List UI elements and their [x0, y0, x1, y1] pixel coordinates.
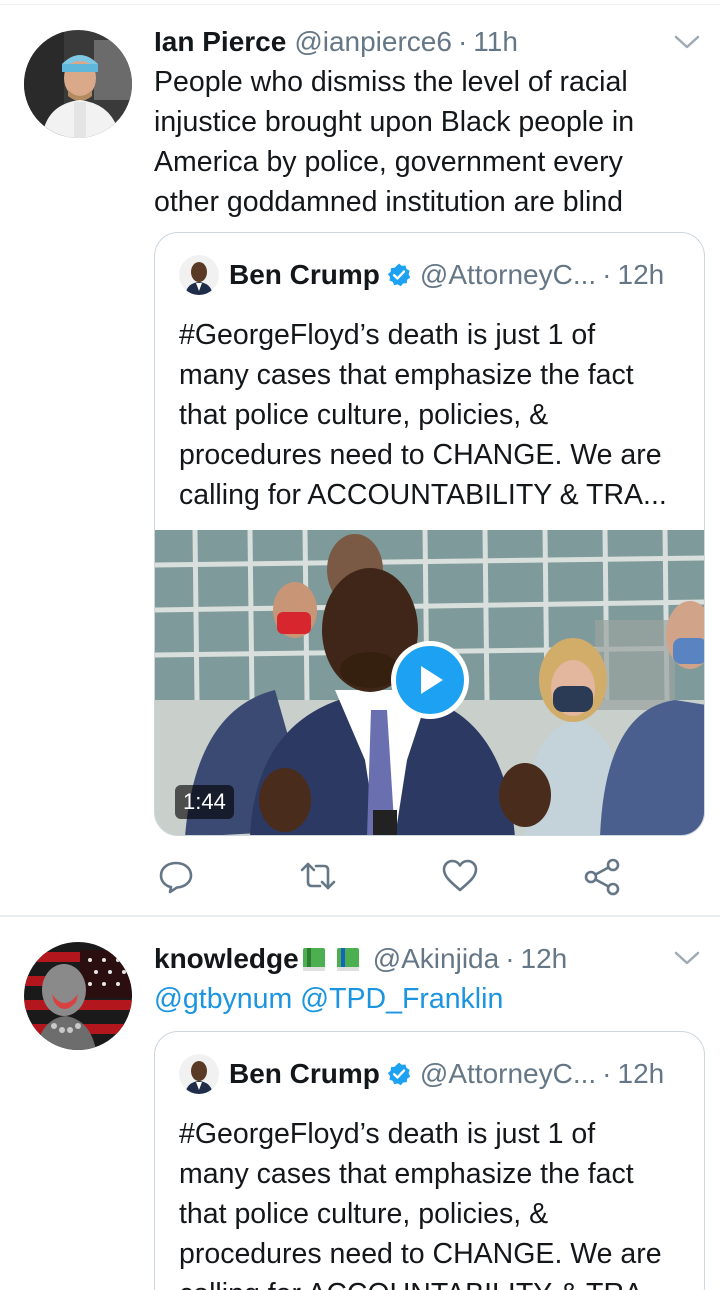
chevron-down-icon[interactable] [672, 946, 702, 970]
quoted-text-line: that police culture, policies, & [179, 399, 549, 431]
author-handle[interactable]: @ianpierce6 [294, 26, 452, 58]
tweet-header: knowledge @Akinjida · 12h [154, 939, 567, 979]
separator-dot: · [602, 259, 612, 290]
quoted-tweet[interactable]: Ben Crump @AttorneyC... · 12h #GeorgeFlo… [154, 1031, 705, 1290]
quoted-text-line: that police culture, policies, & [179, 1198, 549, 1230]
video-duration: 1:44 [175, 785, 234, 819]
quoted-text-line: calling for ACCOUNTABILITY & TRA... [179, 1274, 689, 1290]
tweet[interactable]: knowledge @Akinjida · 12h @gtbynum @TPD_… [0, 918, 720, 1290]
video-player[interactable]: 1:44 [155, 530, 704, 835]
quoted-text-line: procedures need to CHANGE. We are [179, 1238, 662, 1270]
timestamp[interactable]: 11h [473, 26, 518, 58]
quoted-tweet-text: #GeorgeFloyd’s death is just 1 of many c… [179, 1114, 689, 1290]
chevron-down-icon[interactable] [672, 30, 702, 54]
quoted-tweet-header: Ben Crump @AttorneyC... · 12h [179, 255, 664, 295]
tweet-actions [154, 856, 624, 896]
tweet-divider [0, 915, 720, 917]
quoted-tweet-text: #GeorgeFloyd’s death is just 1 of many c… [179, 315, 689, 515]
author-name[interactable]: Ian Pierce [154, 26, 286, 58]
separator-dot: · [602, 1058, 612, 1089]
quoted-avatar [179, 255, 219, 295]
separator-dot: · [505, 943, 515, 974]
quoted-author-handle[interactable]: @AttorneyC... [420, 1058, 596, 1090]
quoted-tweet-header: Ben Crump @AttorneyC... · 12h [179, 1054, 664, 1094]
quoted-author-name[interactable]: Ben Crump [229, 259, 380, 291]
separator-dot: · [457, 26, 468, 57]
quoted-timestamp: 12h [617, 259, 665, 290]
books-emoji-icon [301, 943, 365, 975]
reply-icon[interactable] [156, 856, 196, 896]
tweet-text: People who dismiss the level of racial i… [154, 62, 694, 222]
quoted-text-line: many cases that emphasize the fact [179, 359, 634, 391]
play-button[interactable] [391, 641, 469, 719]
tweet-text-line: People who dismiss the level of racial [154, 66, 628, 98]
author-handle[interactable]: @Akinjida [373, 943, 499, 975]
quoted-author-name[interactable]: Ben Crump [229, 1058, 380, 1090]
quoted-avatar [179, 1054, 219, 1094]
quoted-author-handle[interactable]: @AttorneyC... [420, 259, 596, 291]
avatar[interactable] [24, 942, 132, 1050]
quoted-text-line: procedures need to CHANGE. We are [179, 439, 662, 471]
timestamp[interactable]: 12h [521, 943, 568, 975]
share-icon[interactable] [582, 856, 622, 896]
quoted-text-line: #GeorgeFloyd’s death is just 1 of [179, 319, 596, 351]
avatar[interactable] [24, 30, 132, 138]
quoted-text-line: many cases that emphasize the fact [179, 1158, 634, 1190]
tweet[interactable]: Ian Pierce @ianpierce6 · 11h People who … [0, 0, 720, 916]
quoted-text-line: calling for ACCOUNTABILITY & TRA... [179, 479, 667, 511]
like-icon[interactable] [440, 856, 480, 896]
play-icon [421, 666, 443, 694]
author-name[interactable]: knowledge [154, 943, 299, 975]
tweet-header: Ian Pierce @ianpierce6 · 11h [154, 22, 518, 62]
tweet-text-line: other goddamned institution are blind [154, 186, 623, 218]
tweet-text: @gtbynum @TPD_Franklin [154, 979, 694, 1019]
mentions-link[interactable]: @gtbynum @TPD_Franklin [154, 983, 503, 1015]
quoted-timestamp: 12h [617, 1058, 665, 1089]
retweet-icon[interactable] [298, 856, 338, 896]
verified-badge-icon [386, 1061, 412, 1087]
verified-badge-icon [386, 262, 412, 288]
tweet-text-line: America by police, government every [154, 146, 623, 178]
tweet-text-line: injustice brought upon Black people in [154, 106, 635, 138]
quoted-text-line: #GeorgeFloyd’s death is just 1 of [179, 1118, 596, 1150]
quoted-tweet[interactable]: Ben Crump @AttorneyC... · 12h #GeorgeFlo… [154, 232, 705, 836]
